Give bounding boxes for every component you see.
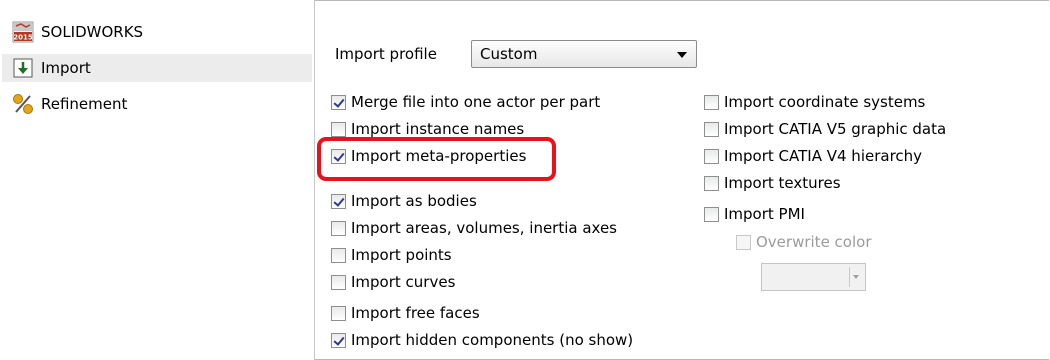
option-import-catia-v5[interactable]: Import CATIA V5 graphic data — [704, 118, 946, 140]
checkbox-checked[interactable] — [331, 193, 346, 209]
option-label: Import instance names — [351, 120, 525, 138]
option-import-areas-volumes[interactable]: Import areas, volumes, inertia axes — [331, 217, 617, 239]
option-label: Import as bodies — [351, 192, 477, 210]
option-label: Import free faces — [351, 304, 480, 322]
option-import-hidden-components[interactable]: Import hidden components (no show) — [331, 329, 633, 351]
highlight-annotation — [317, 137, 556, 181]
sidebar: 2015 SOLIDWORKS Import Refinement — [0, 0, 315, 360]
checkbox-unchecked[interactable] — [331, 220, 346, 236]
import-profile-value: Custom — [480, 45, 538, 63]
checkbox-unchecked[interactable] — [331, 121, 346, 137]
chevron-down-icon — [849, 267, 862, 287]
refinement-percent-icon — [12, 93, 34, 115]
option-import-as-bodies[interactable]: Import as bodies — [331, 190, 477, 212]
option-label: Import textures — [724, 174, 841, 192]
chevron-down-icon — [677, 52, 687, 58]
color-picker-dropdown[interactable] — [761, 263, 866, 291]
sidebar-item-import[interactable]: Import — [2, 54, 312, 82]
solidworks-2015-icon: 2015 — [12, 21, 34, 43]
option-import-coordinate-systems[interactable]: Import coordinate systems — [704, 91, 925, 113]
option-import-curves[interactable]: Import curves — [331, 271, 455, 293]
option-import-catia-v4[interactable]: Import CATIA V4 hierarchy — [704, 145, 922, 167]
option-import-points[interactable]: Import points — [331, 244, 452, 266]
sidebar-item-label: SOLIDWORKS — [41, 23, 144, 41]
option-label: Import CATIA V5 graphic data — [724, 120, 947, 138]
sidebar-item-label: Import — [41, 59, 91, 77]
option-label: Import hidden components (no show) — [351, 331, 634, 349]
import-settings-panel: Import profile Custom Merge file into on… — [315, 0, 1050, 360]
option-label: Merge file into one actor per part — [351, 93, 601, 111]
checkbox-unchecked[interactable] — [704, 121, 719, 137]
option-label: Import PMI — [724, 205, 805, 223]
svg-text:2015: 2015 — [13, 34, 33, 42]
option-import-textures[interactable]: Import textures — [704, 172, 841, 194]
checkbox-checked[interactable] — [331, 332, 346, 348]
checkbox-unchecked[interactable] — [331, 305, 346, 321]
option-label: Import areas, volumes, inertia axes — [351, 219, 618, 237]
option-label: Import coordinate systems — [724, 93, 926, 111]
option-label: Import points — [351, 246, 452, 264]
checkbox-unchecked[interactable] — [704, 94, 719, 110]
option-label: Import CATIA V4 hierarchy — [724, 147, 923, 165]
checkbox-unchecked[interactable] — [704, 175, 719, 191]
checkbox-checked[interactable] — [331, 94, 346, 110]
sidebar-item-label: Refinement — [41, 95, 128, 113]
import-profile-label: Import profile — [335, 45, 437, 63]
import-profile-dropdown[interactable]: Custom — [471, 40, 697, 68]
sidebar-item-solidworks[interactable]: 2015 SOLIDWORKS — [12, 18, 143, 46]
option-import-free-faces[interactable]: Import free faces — [331, 302, 480, 324]
option-import-pmi[interactable]: Import PMI — [704, 203, 805, 225]
option-overwrite-color[interactable]: Overwrite color — [736, 231, 872, 253]
checkbox-unchecked[interactable] — [704, 148, 719, 164]
sidebar-item-refinement[interactable]: Refinement — [12, 90, 127, 118]
checkbox-unchecked[interactable] — [331, 274, 346, 290]
checkbox-unchecked[interactable] — [704, 206, 719, 222]
checkbox-disabled[interactable] — [736, 234, 751, 250]
import-arrow-icon — [12, 57, 34, 79]
option-merge-file[interactable]: Merge file into one actor per part — [331, 91, 600, 113]
option-label: Overwrite color — [756, 233, 872, 251]
option-label: Import curves — [351, 273, 456, 291]
checkbox-unchecked[interactable] — [331, 247, 346, 263]
